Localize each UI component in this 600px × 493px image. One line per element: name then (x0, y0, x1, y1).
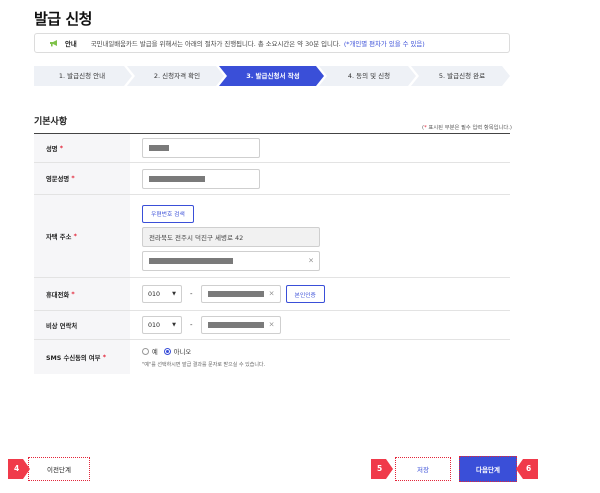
step-5: 5. 발급신청 완료 (438, 72, 486, 80)
notice-message: 국민내일배움카드 발급을 위해서는 아래의 절차가 진행됩니다. 총 소요시간은… (90, 39, 341, 48)
prev-step-button[interactable]: 이전단계 (28, 457, 90, 481)
label-address: 자택 주소 * (34, 195, 130, 277)
step-4: 4. 동의 및 신청 (347, 72, 391, 80)
row-address: 자택 주소 * 우편번호 검색 전라북도 전주시 덕진구 세병로 42 × (34, 195, 510, 278)
notice-banner: 안내 국민내일배움카드 발급을 위해서는 아래의 절차가 진행됩니다. 총 소요… (34, 33, 510, 53)
masked-value (149, 257, 233, 264)
label-sms: SMS 수신동의 여부 * (34, 340, 130, 374)
zipcode-search-button[interactable]: 우편번호 검색 (142, 204, 194, 223)
sms-hint: "예"를 선택하시면 발급 결과를 문자로 받으실 수 있습니다. (142, 361, 266, 368)
megaphone-icon (49, 39, 59, 47)
masked-value (149, 145, 169, 151)
address1-input[interactable]: 전라북도 전주시 덕진구 세병로 42 (142, 226, 320, 247)
row-name: 성명 * (34, 134, 510, 163)
progress-steps: 1. 발급신청 안내 2. 신청자격 확인 3. 발급신청서 작성 4. 동의 … (34, 66, 510, 86)
row-sms: SMS 수신동의 여부 * 예 아니오 "예"를 선택하시면 발급 결과를 문자… (34, 340, 510, 374)
next-step-button[interactable]: 다음단계 (459, 456, 517, 482)
identity-verify-button[interactable]: 본인인증 (285, 285, 325, 303)
step-marker-6: 6 (516, 459, 538, 479)
sms-radio-yes[interactable]: 예 (142, 347, 158, 356)
clear-icon[interactable]: × (308, 257, 314, 264)
mobile-prefix-select[interactable]: 010 ▼ (142, 285, 182, 303)
notice-label: 안내 (65, 39, 77, 48)
basic-info-form: 성명 * 영문성명 * 자택 주소 * 우편번호 검색 전라북도 전주시 덕진구… (34, 133, 510, 374)
row-mobile: 휴대전화 * 010 ▼ - × 본인인증 (34, 278, 510, 311)
english-name-input[interactable] (142, 168, 260, 189)
save-button[interactable]: 저장 (395, 457, 451, 481)
masked-value (149, 175, 205, 182)
radio-on-icon (163, 347, 171, 355)
clear-icon[interactable]: × (269, 321, 275, 329)
sms-radio-no[interactable]: 아니오 (163, 347, 191, 356)
required-note: (* 표시된 부분은 필수 입력 항목입니다.) (421, 125, 512, 131)
row-english-name: 영문성명 * (34, 163, 510, 195)
step-marker-4: 4 (8, 459, 30, 479)
address2-input[interactable]: × (142, 250, 320, 271)
emergency-prefix-select[interactable]: 010 ▼ (142, 316, 182, 334)
radio-off-icon (142, 347, 149, 355)
emergency-number-input[interactable]: × (200, 316, 281, 334)
label-english-name: 영문성명 * (34, 163, 130, 194)
step-3-active: 3. 발급신청서 작성 (246, 72, 300, 80)
chevron-down-icon: ▼ (172, 291, 176, 297)
label-mobile: 휴대전화 * (34, 278, 130, 310)
label-emergency: 비상 연락처 (34, 311, 130, 339)
name-input[interactable] (142, 138, 260, 158)
step-1: 1. 발급신청 안내 (58, 72, 106, 80)
notice-highlight: (*개인별 편차가 있을 수 있음) (343, 39, 425, 48)
chevron-down-icon: ▼ (172, 322, 176, 328)
page-title: 발급 신청 (34, 10, 92, 28)
masked-value (207, 322, 264, 328)
step-2: 2. 신청자격 확인 (153, 72, 201, 80)
mobile-number-input[interactable]: × (200, 285, 281, 303)
label-name: 성명 * (34, 134, 130, 162)
clear-icon[interactable]: × (269, 290, 275, 298)
section-title: 기본사항 (34, 117, 68, 127)
step-marker-5: 5 (371, 459, 393, 479)
row-emergency: 비상 연락처 010 ▼ - × (34, 311, 510, 340)
masked-value (207, 291, 264, 297)
